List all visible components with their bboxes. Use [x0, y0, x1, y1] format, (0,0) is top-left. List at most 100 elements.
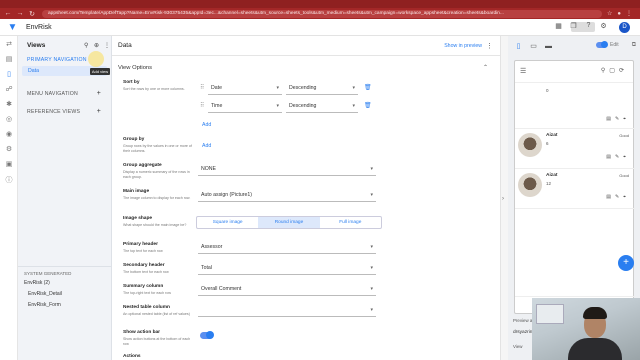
- add-fab-button[interactable]: +: [618, 255, 634, 271]
- cursor-highlight: [88, 51, 104, 67]
- chevron-down-icon: ▾: [370, 244, 373, 250]
- sort-column-select-1[interactable]: Date ▾: [208, 82, 282, 95]
- sys-group-envrisk[interactable]: EnvRisk (2): [18, 278, 112, 289]
- settings-rail-icon[interactable]: ⚙: [0, 145, 18, 156]
- profile-icon[interactable]: ●: [617, 11, 621, 17]
- list-item[interactable]: Aizat 12 Good ▤✎⌖: [515, 169, 635, 209]
- group-aggregate-value: NONE: [201, 166, 216, 172]
- chevron-down-icon: ▾: [276, 103, 279, 109]
- add-sort-button[interactable]: Add: [202, 122, 211, 128]
- card-thumbnail: [518, 173, 542, 197]
- intelligence-icon[interactable]: ◎: [0, 115, 18, 126]
- delete-icon[interactable]: 🗑: [364, 102, 372, 109]
- reload-icon[interactable]: ↻: [28, 10, 36, 18]
- star-icon[interactable]: ☆: [607, 10, 612, 17]
- person-body: [568, 338, 622, 360]
- search-icon[interactable]: ⚲: [84, 42, 88, 49]
- show-action-bar-toggle[interactable]: [200, 331, 214, 339]
- main-image-label: Main image: [123, 189, 150, 194]
- table-icon[interactable]: ▦: [554, 22, 563, 30]
- drag-handle-icon[interactable]: ⠿: [200, 102, 204, 109]
- fullscreen-icon[interactable]: ⧉: [632, 42, 636, 49]
- user-avatar[interactable]: D: [619, 22, 630, 33]
- secondary-header-label: Secondary header: [123, 263, 165, 268]
- group-by-label: Group by: [123, 137, 145, 142]
- delete-icon[interactable]: 🗑: [364, 84, 372, 91]
- edit-toggle[interactable]: [596, 41, 608, 48]
- actions-label: Actions: [123, 354, 141, 359]
- sys-item-detail[interactable]: EnvRisk_Detail: [18, 289, 112, 300]
- nested-table-select[interactable]: ▾: [198, 304, 376, 317]
- address-bar[interactable]: appsheet.com/Template/AppDefTapp?Name=En…: [42, 9, 602, 18]
- phone-preview: ☰ ⚲▢⟳ 0 ▤✎⌖ Aizat 6 Good ▤✎⌖ Aizat 12 Go…: [514, 60, 635, 314]
- desktop-icon[interactable]: ▬: [544, 43, 553, 50]
- webcam-overlay: [532, 298, 640, 360]
- list-item[interactable]: 0 ▤✎⌖: [515, 83, 635, 129]
- nested-table-label: Nested table column: [123, 305, 170, 310]
- sort-order-select-1[interactable]: Descending ▾: [286, 82, 358, 95]
- info-icon[interactable]: ⓘ: [0, 175, 18, 186]
- sort-order-select-2[interactable]: Descending ▾: [286, 100, 358, 113]
- add-reference-view-icon[interactable]: +: [97, 106, 101, 118]
- editor-more-icon[interactable]: ⋮: [486, 42, 493, 50]
- primary-header-select[interactable]: Assessor ▾: [198, 241, 376, 254]
- view-options-heading[interactable]: View Options: [118, 65, 152, 71]
- add-group-button[interactable]: Add: [202, 143, 211, 149]
- nested-table-desc: An optional nested table (list of ref va…: [123, 312, 190, 316]
- manage-icon[interactable]: ▣: [0, 160, 18, 171]
- card-actions-icon[interactable]: ▤✎⌖: [606, 154, 630, 160]
- panel-splitter[interactable]: ›: [500, 36, 508, 360]
- summary-column-select[interactable]: Overall Comment ▾: [198, 283, 376, 296]
- back-icon[interactable]: ←: [4, 10, 12, 17]
- card-thumbnail: [518, 133, 542, 157]
- chevron-down-icon: ▾: [370, 265, 373, 271]
- reference-views-section[interactable]: REFERENCE VIEWS +: [18, 106, 111, 118]
- add-view-icon[interactable]: ⊕: [94, 42, 99, 49]
- tablet-icon[interactable]: ▭: [529, 42, 538, 50]
- sort-column-select-2[interactable]: Time ▾: [208, 100, 282, 113]
- actions-icon[interactable]: ☍: [0, 85, 18, 96]
- card-actions-icon[interactable]: ▤✎⌖: [606, 116, 630, 122]
- group-aggregate-select[interactable]: NONE ▾: [198, 163, 376, 176]
- sys-item-form[interactable]: EnvRisk_Form: [18, 300, 112, 311]
- appsheet-logo-icon[interactable]: ▼: [7, 22, 18, 33]
- show-action-bar-desc: Show action buttons at the bottom of eac…: [123, 337, 191, 346]
- app-name: EnvRisk: [26, 23, 52, 31]
- automation-icon[interactable]: ✱: [0, 100, 18, 111]
- security-icon[interactable]: ◉: [0, 130, 18, 141]
- help-icon[interactable]: ?: [584, 22, 593, 30]
- menu-nav-section[interactable]: MENU NAVIGATION +: [18, 88, 111, 100]
- secondary-header-select[interactable]: Total ▾: [198, 262, 376, 275]
- data-icon[interactable]: ⇄: [0, 40, 18, 51]
- full-image-option[interactable]: Full image: [320, 217, 381, 228]
- more-icon[interactable]: ⋮: [104, 42, 110, 49]
- browser-menu-icon[interactable]: ⋮: [626, 10, 632, 17]
- view-editor: Data Show in preview ⋮ View Options ⌃ So…: [112, 36, 500, 360]
- left-rail: ⇄ ▤ ▯ ☍ ✱ ◎ ◉ ⚙ ▣ ⓘ: [0, 36, 18, 360]
- system-generated-label: SYSTEM GENERATED: [24, 271, 72, 276]
- square-image-option[interactable]: Square image: [197, 217, 258, 228]
- card-actions-icon[interactable]: ▤✎⌖: [606, 194, 630, 200]
- add-menu-view-icon[interactable]: +: [97, 88, 101, 100]
- phone-actions-icon[interactable]: ⚲▢⟳: [601, 67, 628, 74]
- chevron-down-icon: ▾: [352, 103, 355, 109]
- image-shape-selector: Square image Round image Full image: [196, 216, 382, 229]
- tables-icon[interactable]: ▤: [0, 55, 18, 66]
- drag-handle-icon[interactable]: ⠿: [200, 84, 204, 91]
- primary-header-value: Assessor: [201, 244, 223, 250]
- round-image-option[interactable]: Round image: [258, 217, 320, 228]
- main-image-value: Auto assign (Picture1): [201, 192, 253, 198]
- sort-column-value-1: Date: [211, 85, 222, 91]
- collapse-icon[interactable]: ⌃: [483, 64, 488, 71]
- main-image-select[interactable]: Auto assign (Picture1) ▾: [198, 189, 376, 202]
- forward-icon[interactable]: →: [16, 10, 24, 17]
- copy-icon[interactable]: ❐: [569, 22, 578, 30]
- mobile-icon[interactable]: ▯: [514, 42, 523, 50]
- list-item[interactable]: Aizat 6 Good ▤✎⌖: [515, 129, 635, 169]
- show-in-preview-link[interactable]: Show in preview: [444, 43, 482, 49]
- browser-tabstrip: [0, 0, 640, 8]
- settings-icon[interactable]: ⚙: [599, 22, 608, 30]
- chevron-down-icon: ▾: [276, 85, 279, 91]
- views-icon[interactable]: ▯: [0, 70, 18, 81]
- menu-icon[interactable]: ☰: [520, 67, 526, 75]
